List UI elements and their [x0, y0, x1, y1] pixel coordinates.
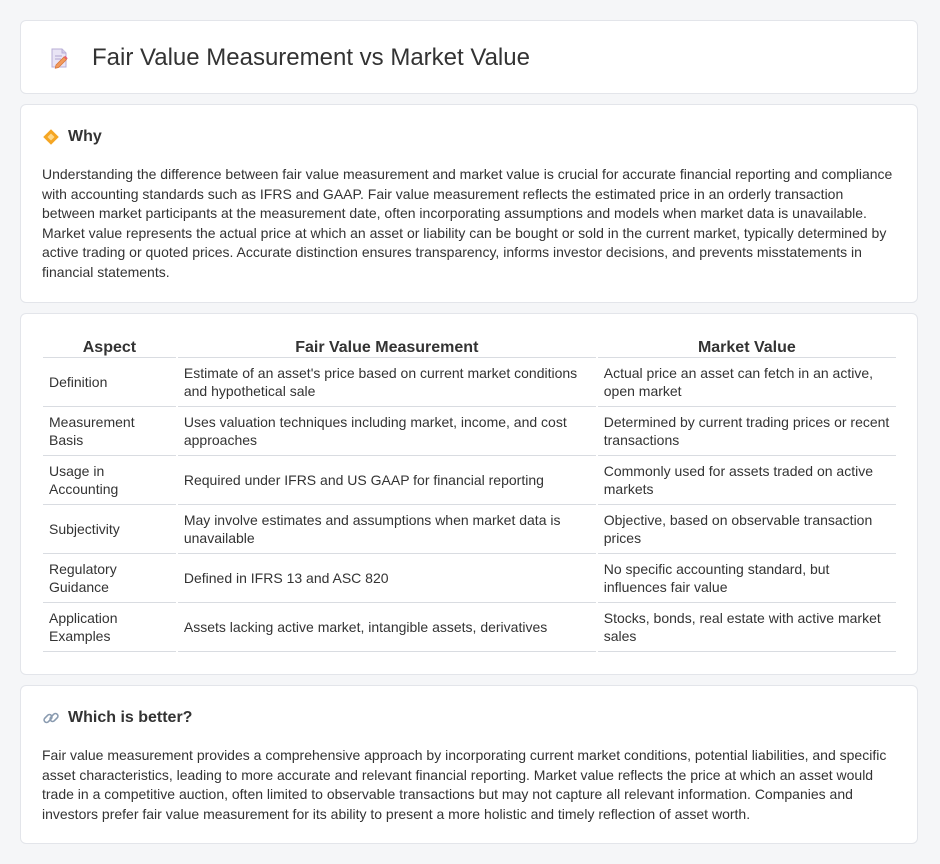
column-header-aspect: Aspect [43, 334, 176, 358]
table-cell-fair-value: Required under IFRS and US GAAP for fina… [177, 456, 596, 505]
better-paragraph: Fair value measurement provides a compre… [42, 747, 887, 822]
table-cell-fair-value: Defined in IFRS 13 and ASC 820 [177, 554, 596, 603]
column-header-fair-value: Fair Value Measurement [177, 334, 596, 358]
better-heading-label: Which is better? [68, 709, 193, 726]
table-row: Definition Estimate of an asset's price … [43, 358, 896, 407]
table-cell-fair-value: Uses valuation techniques including mark… [177, 407, 596, 456]
table-row: Usage in Accounting Required under IFRS … [43, 456, 896, 505]
table-row: Subjectivity May involve estimates and a… [43, 505, 896, 554]
table-row: Measurement Basis Uses valuation techniq… [43, 407, 896, 456]
document-pencil-icon [51, 48, 68, 69]
why-heading: Why [42, 126, 102, 148]
table-cell-aspect: Measurement Basis [43, 407, 176, 456]
table-cell-market-value: No specific accounting standard, but inf… [597, 554, 896, 603]
better-heading: Which is better? [42, 707, 192, 729]
table-cell-market-value: Commonly used for assets traded on activ… [597, 456, 896, 505]
why-paragraph: Understanding the difference between fai… [42, 166, 893, 280]
which-is-better-section: Which is better? Fair value measurement … [20, 685, 918, 844]
header-card: Fair Value Measurement vs Market Value [20, 20, 918, 94]
table-cell-aspect: Subjectivity [43, 505, 176, 554]
why-heading-label: Why [68, 128, 102, 145]
table-cell-aspect: Application Examples [43, 603, 176, 652]
page-title: Fair Value Measurement vs Market Value [92, 44, 530, 71]
table-row: Regulatory Guidance Defined in IFRS 13 a… [43, 554, 896, 603]
table-cell-aspect: Usage in Accounting [43, 456, 176, 505]
why-section: Why Understanding the difference between… [20, 104, 918, 303]
table-cell-market-value: Actual price an asset can fetch in an ac… [597, 358, 896, 407]
table-header-row: Aspect Fair Value Measurement Market Val… [43, 334, 896, 358]
table-cell-fair-value: May involve estimates and assumptions wh… [177, 505, 596, 554]
table-cell-market-value: Determined by current trading prices or … [597, 407, 896, 456]
comparison-table: Aspect Fair Value Measurement Market Val… [41, 334, 898, 652]
table-row: Application Examples Assets lacking acti… [43, 603, 896, 652]
table-cell-aspect: Regulatory Guidance [43, 554, 176, 603]
table-cell-fair-value: Assets lacking active market, intangible… [177, 603, 596, 652]
table-cell-fair-value: Estimate of an asset's price based on cu… [177, 358, 596, 407]
table-cell-aspect: Definition [43, 358, 176, 407]
diamond-icon [43, 129, 59, 145]
table-cell-market-value: Stocks, bonds, real estate with active m… [597, 603, 896, 652]
comparison-table-card: Aspect Fair Value Measurement Market Val… [20, 313, 918, 675]
link-icon [43, 712, 59, 724]
column-header-market-value: Market Value [597, 334, 896, 358]
table-cell-market-value: Objective, based on observable transacti… [597, 505, 896, 554]
